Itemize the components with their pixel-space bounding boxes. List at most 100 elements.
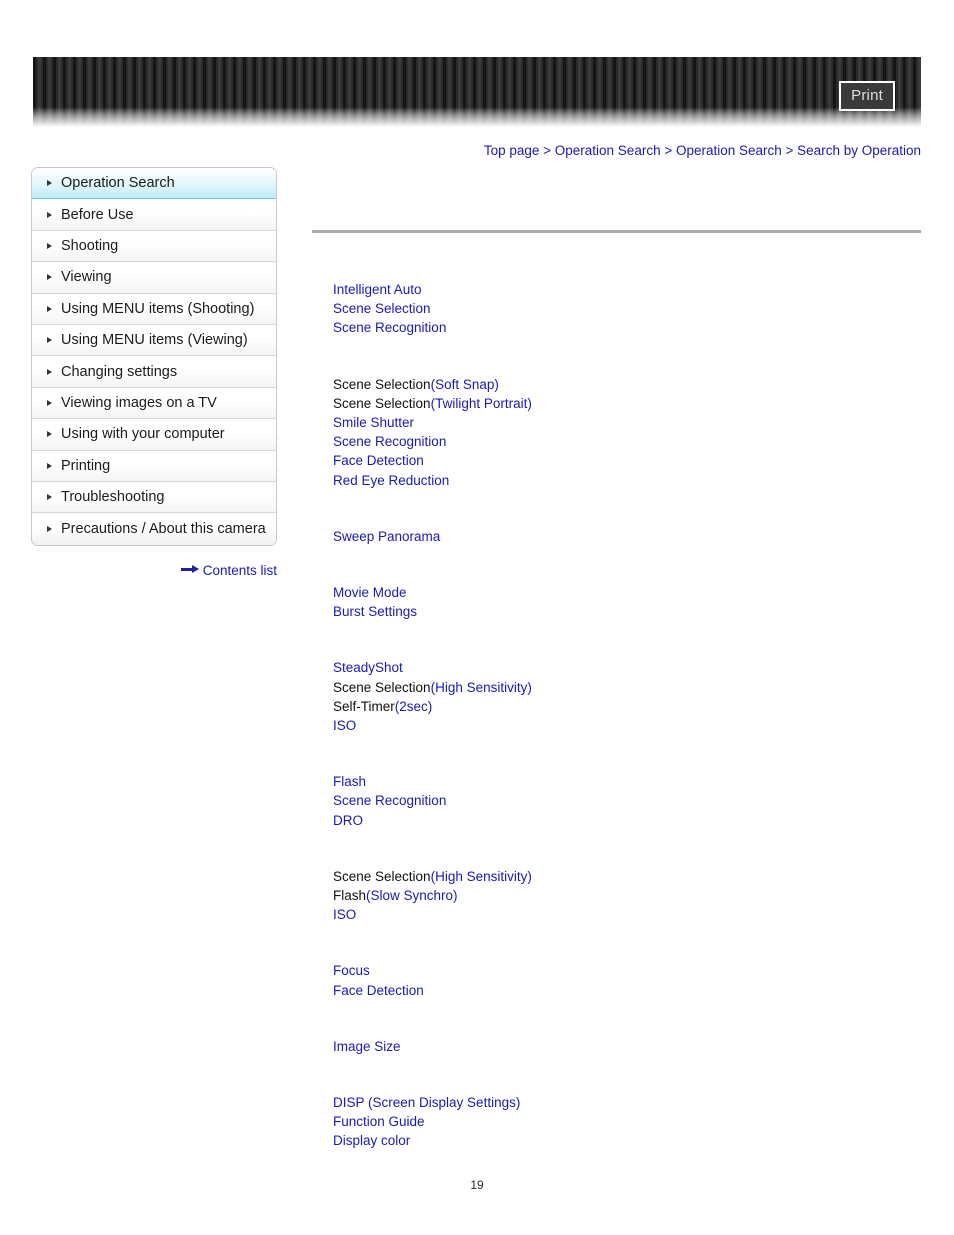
operation-link[interactable]: Face Detection (333, 451, 923, 470)
breadcrumb-item[interactable]: Search by Operation (797, 143, 921, 158)
operation-link[interactable]: Red Eye Reduction (333, 471, 923, 490)
sidebar-item-label: Printing (61, 457, 111, 474)
operation-link[interactable]: Face Detection (333, 981, 923, 1000)
operation-link[interactable]: Focus (333, 961, 923, 980)
breadcrumb-item[interactable]: Top page (484, 143, 540, 158)
operation-link[interactable]: Sweep Panorama (333, 527, 923, 546)
operation-link-lead: Self-Timer (333, 698, 395, 714)
operation-link-label: SteadyShot (333, 660, 403, 676)
operation-link[interactable]: Scene Selection(Soft Snap) (333, 375, 923, 394)
sidebar-item-label: Viewing (61, 269, 112, 286)
link-group: Sweep Panorama (333, 527, 923, 546)
operation-link-label: Intelligent Auto (333, 282, 422, 297)
operation-link[interactable]: Flash (333, 772, 923, 791)
operation-link[interactable]: Scene Recognition (333, 432, 923, 451)
bullet-triangle-icon (47, 399, 52, 406)
sidebar-item-label: Precautions / About this camera (61, 520, 266, 537)
sidebar-item-using-menu-items-shooting[interactable]: Using MENU items (Shooting) (32, 293, 276, 325)
contents-list-link[interactable]: Contents list (0, 562, 277, 578)
page-number: 19 (470, 1178, 484, 1192)
operation-link-label: Scene Recognition (333, 434, 447, 450)
operation-link[interactable]: Image Size (333, 1037, 923, 1056)
operation-link[interactable]: Flash(Slow Synchro) (333, 886, 923, 905)
operation-link-label: Scene Recognition (333, 320, 447, 336)
operation-link[interactable]: Scene Selection(High Sensitivity) (333, 867, 923, 886)
operation-link[interactable]: Scene Recognition (333, 791, 923, 810)
operation-link[interactable]: Display color (333, 1131, 923, 1150)
bullet-triangle-icon (47, 180, 52, 187)
operation-link[interactable]: Scene Selection (333, 299, 923, 318)
operation-link[interactable]: DRO (333, 811, 923, 830)
sidebar-item-label: Using with your computer (61, 426, 225, 443)
bullet-triangle-icon (47, 337, 52, 344)
operation-link-label: Smile Shutter (333, 415, 415, 431)
sidebar-item-operation-search[interactable]: Operation Search (32, 168, 276, 200)
bullet-triangle-icon (47, 525, 52, 532)
operation-link-lead: Scene Selection (333, 376, 431, 392)
operation-link-label: DRO (333, 812, 363, 828)
operation-link-label: ISO (333, 907, 357, 923)
link-group: Focus Face Detection (333, 961, 923, 999)
operation-link-label: Display color (333, 1133, 411, 1149)
operation-link-label: Sweep Panorama (333, 528, 441, 544)
operation-link[interactable]: Scene Selection(Twilight Portrait) (333, 394, 923, 413)
operation-link-label: Scene Selection (333, 301, 431, 317)
sidebar-item-changing-settings[interactable]: Changing settings (32, 356, 276, 388)
operation-link-lead: Scene Selection (333, 868, 431, 884)
operation-link-label: Movie Mode (333, 585, 407, 601)
operation-link-label: Image Size (333, 1038, 401, 1054)
breadcrumb-item[interactable]: Operation Search (676, 143, 782, 158)
operation-link-label: Function Guide (333, 1114, 425, 1130)
sidebar-item-troubleshooting[interactable]: Troubleshooting (32, 481, 276, 514)
sidebar-item-precautions-about-this-camera[interactable]: Precautions / About this camera (32, 513, 276, 545)
operation-link-label: (High Sensitivity) (430, 868, 532, 884)
operation-link-label: (2sec) (394, 698, 433, 714)
bullet-triangle-icon (47, 431, 52, 438)
sidebar-item-using-menu-items-viewing[interactable]: Using MENU items (Viewing) (32, 324, 276, 357)
breadcrumb-separator: > (539, 143, 555, 158)
print-button[interactable]: Print (839, 81, 895, 111)
content-divider-rule (312, 230, 921, 233)
operation-link[interactable]: Function Guide (333, 1112, 923, 1131)
operation-link[interactable]: Burst Settings (333, 602, 923, 621)
bullet-triangle-icon (47, 368, 52, 375)
operation-link-label: Burst Settings (333, 604, 418, 620)
operation-link-label: Scene Recognition (333, 793, 447, 809)
operation-link-label: DISP (Screen Display Settings) (333, 1095, 521, 1111)
sidebar-item-label: Shooting (61, 237, 119, 254)
operation-link[interactable]: DISP (Screen Display Settings) (333, 1093, 923, 1112)
link-group: Flash Scene Recognition DRO (333, 772, 923, 830)
operation-link[interactable]: SteadyShot (333, 658, 923, 677)
operation-link[interactable]: Movie Mode (333, 583, 923, 602)
sidebar-item-label: Viewing images on a TV (61, 394, 217, 411)
breadcrumb-item[interactable]: Operation Search (555, 143, 661, 158)
operation-link[interactable]: Intelligent Auto (333, 280, 923, 299)
breadcrumb-separator: > (781, 143, 798, 158)
operation-link-lead: Scene Selection (333, 679, 431, 695)
operation-link[interactable]: ISO (333, 716, 923, 735)
link-group: Intelligent Auto Scene Selection Scene Rec… (333, 280, 923, 338)
sidebar-item-viewing-images-on-a-tv[interactable]: Viewing images on a TV (32, 387, 276, 420)
sidebar-item-using-with-your-computer[interactable]: Using with your computer (32, 419, 276, 451)
operation-link-label: Red Eye Reduction (333, 472, 450, 488)
sidebar-item-before-use[interactable]: Before Use (32, 199, 276, 231)
bullet-triangle-icon (47, 242, 52, 249)
link-group: Movie Mode Burst Settings (333, 583, 923, 621)
bullet-triangle-icon (47, 305, 52, 312)
operation-link-label: (Slow Synchro) (366, 888, 458, 904)
sidebar-item-shooting[interactable]: Shooting (32, 230, 276, 263)
sidebar-item-viewing[interactable]: Viewing (32, 262, 276, 294)
arrow-right-icon (180, 565, 199, 574)
operation-link[interactable]: ISO (333, 905, 923, 924)
sidebar-item-label: Before Use (61, 206, 134, 223)
operation-link[interactable]: Smile Shutter (333, 413, 923, 432)
operation-link-label: (Twilight Portrait) (430, 395, 532, 411)
operation-link-lead: Flash (333, 888, 367, 904)
operation-link[interactable]: Self-Timer(2sec) (333, 697, 923, 716)
sidebar-item-printing[interactable]: Printing (32, 450, 276, 482)
header-stripe-pattern (33, 57, 921, 127)
breadcrumb-separator: > (660, 143, 676, 158)
sidebar-item-label: Operation Search (61, 175, 175, 192)
operation-link[interactable]: Scene Recognition (333, 318, 923, 337)
operation-link[interactable]: Scene Selection(High Sensitivity) (333, 678, 923, 697)
